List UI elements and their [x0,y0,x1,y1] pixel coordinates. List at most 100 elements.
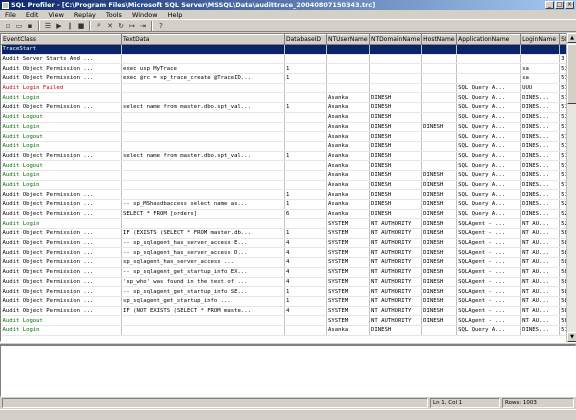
replay-icon[interactable]: ↻ [116,21,126,31]
cell-eventclass: Audit Logout [1,112,122,123]
scroll-thumb[interactable] [567,44,576,104]
table-row[interactable]: Audit Logout Asanka DINESH SQL Query A... DI… [1,160,571,171]
trace-grid[interactable]: EventClass TextData DatabaseID NTUserName NT… [0,33,576,342]
cell-loginname: NT AU... [520,218,561,230]
cell-hostname [421,83,458,94]
cell-ntusername: Asanka [326,92,370,104]
clear-icon[interactable]: ✕ [105,21,115,31]
table-row[interactable]: Audit Object Permission ... sp_sqlagent_g… [1,296,571,307]
table-row[interactable]: Audit Server Starts And ... 3 [1,54,571,65]
table-row[interactable]: Audit Login Asanka DINESH DINESH SQL Query A… [1,180,571,191]
column-header-loginname[interactable]: LoginName [520,34,561,45]
table-row[interactable]: Audit Object Permission ... IF (NOT EXIST… [1,306,571,317]
table-row[interactable]: Audit Login Asanka DINESH DINESH SQL Query A… [1,122,571,133]
cell-ntusername: SYSTEM [326,306,370,317]
column-header-ntusername[interactable]: NTUserName [326,34,370,45]
table-row[interactable]: Audit Object Permission ... 1 Asanka DINESH… [1,189,571,200]
table-row[interactable]: Audit Object Permission ... -- sp_sqlagen… [1,247,571,259]
table-row[interactable]: Audit Login Failed SQL Query A... UUU 51 [1,83,571,94]
table-row[interactable]: Audit Object Permission ...'sp_who' was … [1,277,571,288]
cell-loginname: DINES... [520,160,561,171]
cell-hostname: DINESH [421,296,458,307]
textdata-detail-pane[interactable] [0,345,576,397]
cell-textdata [121,83,285,94]
help-icon[interactable]: ? [156,21,166,31]
table-row[interactable]: Audit Object Permission ... select name f… [1,151,571,162]
cell-eventclass: Audit Object Permission ... [1,277,122,288]
cell-ntusername: Asanka [326,131,370,142]
cell-databaseid [284,180,327,191]
cell-hostname: DINESH [421,277,458,288]
menu-replay[interactable]: Replay [73,11,97,19]
cell-textdata: 'sp_who' was found in the text of ... [121,277,285,288]
table-row[interactable]: Audit Object Permission ... -- sp_MShasdb… [1,199,571,210]
cell-textdata: exec @rc = sp_trace_create @TraceID... [121,73,285,84]
table-row[interactable]: Audit Object Permission ... select name f… [1,102,571,113]
menu-help[interactable]: Help [167,11,184,19]
table-row[interactable]: Audit Login Asanka DINESH SQL Query A... DIN… [1,141,571,152]
menu-edit[interactable]: Edit [25,11,40,19]
cell-ntdomainname: NT AUTHORITY [369,296,423,307]
cell-applicationname: SQL Query A... [456,141,522,152]
find-icon[interactable]: ⌕ [94,21,104,31]
scroll-down-icon[interactable]: ▼ [567,332,576,342]
table-row[interactable]: Audit Object Permission ... sp_sqlagent_h… [1,257,571,268]
menu-view[interactable]: View [47,11,64,19]
cell-textdata: -- sp_MShasdbaccess select name as... [121,199,285,210]
table-row[interactable]: Audit Object Permission ... -- sp_sqlagen… [1,286,571,297]
column-header-ntdomainname[interactable]: NTDomainName [368,34,423,45]
cell-applicationname: SQLAgent - ... [456,218,522,230]
cell-databaseid [284,44,327,55]
scroll-up-icon[interactable]: ▲ [567,33,576,43]
table-row[interactable]: TraceStart [1,44,571,55]
toolbar-separator [151,20,153,31]
cell-textdata [121,44,285,55]
step-icon[interactable]: ↦ [127,21,137,31]
cell-databaseid [284,160,327,171]
column-header-eventclass[interactable]: EventClass [1,34,122,45]
table-row[interactable]: Audit Logout Asanka DINESH SQL Query A... DI… [1,131,571,142]
cell-databaseid: 1 [284,73,327,84]
table-row[interactable]: Audit Login Asanka DINESH DINESH SQL Query A… [1,170,571,181]
menu-tools[interactable]: Tools [105,11,123,19]
table-row[interactable]: Audit Login Asanka DINESH SQL Query A... DIN… [1,325,571,336]
close-button[interactable]: × [565,1,574,9]
save-icon[interactable]: ▪ [25,21,35,31]
cell-hostname: DINESH [421,315,458,326]
menu-file[interactable]: File [4,11,17,19]
column-header-hostname[interactable]: HostName [421,34,458,45]
new-icon[interactable]: ▫ [3,21,13,31]
table-row[interactable]: Audit Object Permission ... exec usp MyTr… [1,63,571,75]
run-to-cursor-icon[interactable]: ⇥ [138,21,148,31]
menu-window[interactable]: Window [131,11,159,19]
table-row[interactable]: Audit Object Permission ... exec @rc = sp… [1,73,571,84]
cell-ntdomainname: DINESH [369,189,423,200]
table-row[interactable]: Audit Object Permission ... -- sp_sqlagen… [1,238,571,249]
cell-loginname: NT AU... [520,247,561,259]
table-row[interactable]: Audit Object Permission ... IF (EXISTS (S… [1,228,571,239]
vertical-scrollbar[interactable]: ▲ ▼ [566,33,576,342]
table-row[interactable]: Audit Logout Asanka DINESH SQL Query A... DI… [1,112,571,123]
cell-databaseid [284,141,327,152]
table-row[interactable]: Audit Logout SYSTEM NT AUTHORITY DINESH SQLA… [1,315,571,326]
cell-applicationname: SQL Query A... [456,151,522,162]
column-header-applicationname[interactable]: ApplicationName [456,34,522,45]
column-header-databaseid[interactable]: DatabaseID [284,34,327,45]
maximize-button[interactable]: □ [555,1,564,9]
minimize-button[interactable]: _ [545,1,554,9]
cell-textdata [121,122,285,133]
cell-loginname: DINES... [520,189,561,200]
table-row[interactable]: Audit Login SYSTEM NT AUTHORITY DINESH SQLAg… [1,218,571,230]
open-icon[interactable]: ▭ [14,21,24,31]
table-row[interactable]: Audit Login Asanka DINESH SQL Query A... DIN… [1,92,571,104]
cell-hostname: DINESH [421,218,458,230]
table-row[interactable]: Audit Object Permission ... -- sp_sqlagen… [1,267,571,278]
stop-icon[interactable]: ■ [76,21,86,31]
cell-textdata [121,92,285,104]
column-header-textdata[interactable]: TextData [121,34,285,45]
pause-icon[interactable]: ∥ [65,21,75,31]
table-row[interactable]: Audit Object Permission ... SELECT * FROM… [1,209,571,220]
start-icon[interactable]: ▶ [54,21,64,31]
cell-ntdomainname: NT AUTHORITY [369,228,423,239]
properties-icon[interactable]: ☰ [43,21,53,31]
